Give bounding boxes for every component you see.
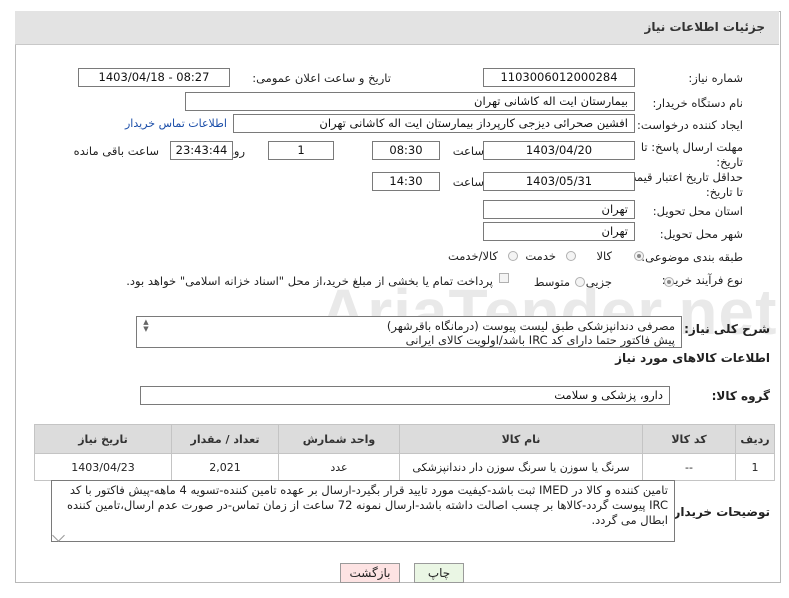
buyer-notes-label: توضیحات خریدار: (668, 505, 770, 519)
scroll-arrows-icon[interactable]: ▲ ▼ (141, 319, 151, 333)
contact-info-link[interactable]: اطلاعات تماس خریدار (125, 117, 227, 130)
category-option-service: خدمت (525, 249, 556, 263)
days-field: 1 (268, 141, 334, 160)
cell-name: سرنگ یا سوزن یا سرنگ سوزن دار دندانپزشکی (399, 453, 643, 481)
creator-field: افشین صحرائی دیزجی کارپرداز بیمارستان ای… (233, 114, 635, 133)
category-both-radio[interactable] (508, 251, 518, 261)
province-label: استان محل تحویل: (652, 204, 743, 218)
announce-label: تاریخ و ساعت اعلان عمومی: (252, 71, 391, 85)
treasury-payment-checkbox[interactable] (499, 273, 509, 283)
cell-row: 1 (735, 453, 775, 481)
col-name: نام کالا (399, 424, 643, 454)
reply-time-field: 08:30 (372, 141, 440, 160)
remaining-label: ساعت باقی مانده (73, 144, 159, 158)
category-option-goods: کالا (596, 249, 612, 263)
need-number-field: 1103006012000284 (483, 68, 635, 87)
col-unit: واحد شمارش (278, 424, 400, 454)
payment-note: پرداخت تمام یا بخشی از مبلغ خرید،از محل … (126, 274, 493, 288)
reply-time-label: ساعت (452, 144, 484, 158)
cell-quantity: 2,021 (171, 453, 279, 481)
category-option-both: کالا/خدمت (447, 249, 498, 263)
col-code: کد کالا (642, 424, 736, 454)
description-line-1: مصرفی دندانپزشکی طبق لیست پیوست (درمانگا… (386, 319, 675, 333)
process-option-partial: جزیی (585, 275, 612, 289)
price-date-field: 1403/05/31 (483, 172, 635, 191)
goods-section-title: اطلاعات کالاهای مورد نیاز (615, 351, 770, 365)
col-quantity: تعداد / مقدار (171, 424, 279, 454)
table-header-row: ردیف کد کالا نام کالا واحد شمارش تعداد /… (34, 424, 775, 454)
description-label: شرح کلی نیاز: (684, 322, 770, 336)
buyer-org-label: نام دستگاه خریدار: (652, 96, 743, 110)
cell-need-date: 1403/04/23 (34, 453, 172, 481)
city-label: شهر محل تحویل: (659, 227, 743, 241)
col-need-date: تاریخ نیاز (34, 424, 172, 454)
goods-group-label: گروه کالا: (711, 389, 770, 403)
cell-unit: عدد (278, 453, 400, 481)
category-service-radio[interactable] (566, 251, 576, 261)
goods-group-field: دارو، پزشکی و سلامت (140, 386, 670, 405)
creator-label: ایجاد کننده درخواست: (637, 118, 743, 132)
cell-code: -- (642, 453, 736, 481)
print-button[interactable]: چاپ (414, 563, 464, 583)
category-goods-radio[interactable] (634, 251, 644, 261)
reply-date-field: 1403/04/20 (483, 141, 635, 160)
announce-field: 1403/04/18 - 08:27 (78, 68, 230, 87)
province-field: تهران (483, 200, 635, 219)
process-label: نوع فرآیند خرید : (661, 273, 743, 287)
category-label: طبقه بندی موضوعی: (641, 250, 743, 264)
description-textarea: مصرفی دندانپزشکی طبق لیست پیوست (درمانگا… (136, 316, 682, 348)
panel-header: جزئیات اطلاعات نیاز (15, 11, 779, 45)
reply-deadline-label: مهلت ارسال پاسخ: تا تاریخ: (640, 140, 743, 169)
col-row: ردیف (735, 424, 775, 454)
description-line-2: پیش فاکتور حتما دارای کد IRC باشد/اولویت… (405, 333, 675, 347)
need-number-label: شماره نیاز: (688, 71, 743, 85)
city-field: تهران (483, 222, 635, 241)
process-partial-radio[interactable] (664, 277, 674, 287)
process-option-medium: متوسط (533, 275, 570, 289)
page-title: جزئیات اطلاعات نیاز (644, 20, 765, 34)
back-button[interactable]: بازگشت (340, 563, 400, 583)
goods-table: ردیف کد کالا نام کالا واحد شمارش تعداد /… (34, 424, 775, 481)
process-medium-radio[interactable] (575, 277, 585, 287)
remaining-time-field: 23:43:44 (170, 141, 233, 160)
table-row: 1 -- سرنگ یا سوزن یا سرنگ سوزن دار دندان… (34, 453, 775, 481)
buyer-notes-textarea: تامین کننده و کالا در IMED ثبت باشد-کیفی… (51, 480, 675, 542)
price-time-field: 14:30 (372, 172, 440, 191)
buyer-org-field: بیمارستان ایت اله کاشانی تهران (185, 92, 635, 111)
price-time-label: ساعت (452, 175, 484, 189)
